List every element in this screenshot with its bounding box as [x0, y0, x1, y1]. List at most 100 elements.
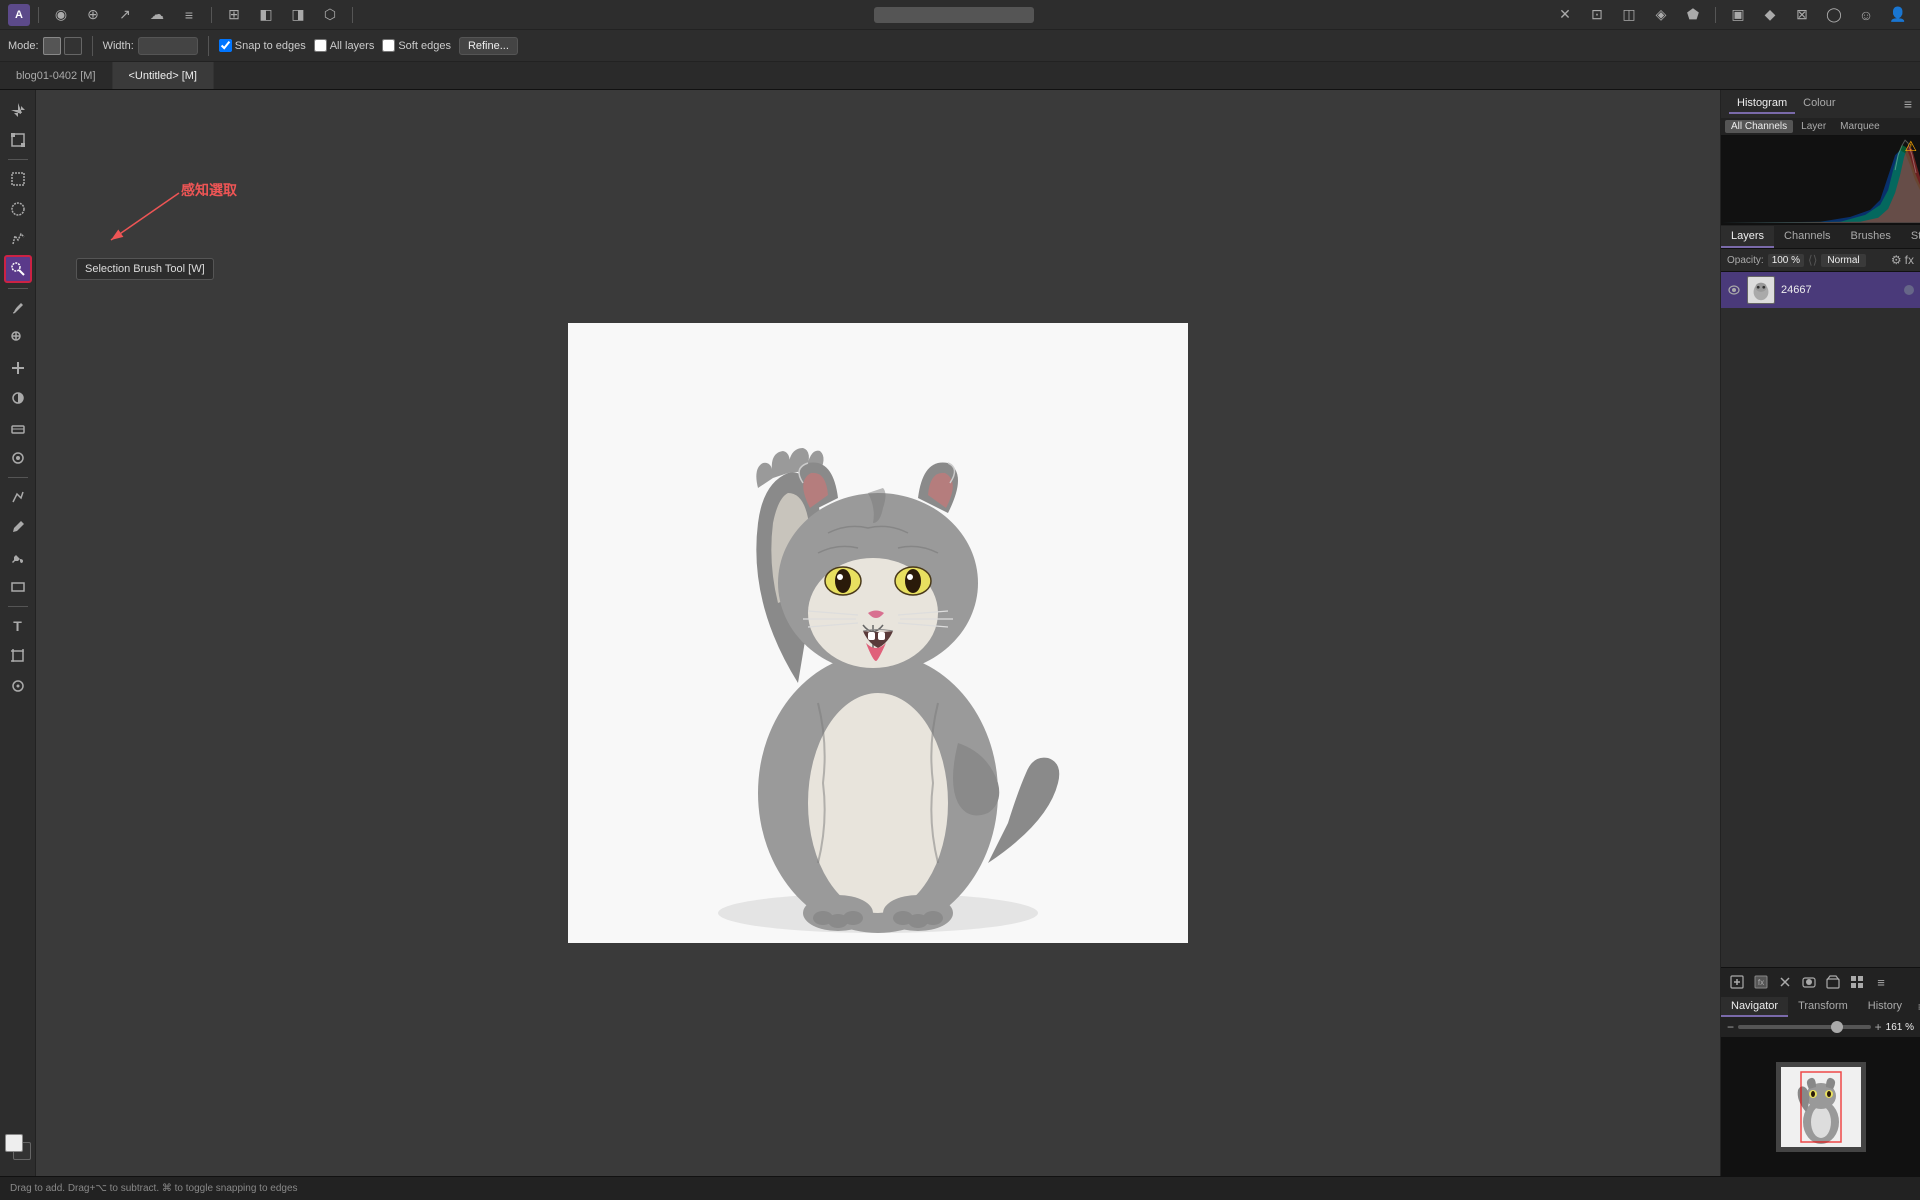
selection-brush-tool-btn[interactable]	[4, 255, 32, 283]
eyedropper-btn[interactable]	[4, 513, 32, 541]
options-toolbar: Mode: Width: 27 px Snap to edges All lay…	[0, 30, 1920, 62]
menu-icon-cloud[interactable]: ☁	[143, 4, 171, 26]
ellipse-select-btn[interactable]	[4, 195, 32, 223]
tab-blog01[interactable]: blog01-0402 [M]	[0, 62, 113, 89]
menu-icon-r9[interactable]: ☺	[1852, 4, 1880, 26]
histogram-tab[interactable]: Histogram	[1729, 94, 1795, 114]
menu-icon-t4[interactable]: ⬡	[316, 4, 344, 26]
eraser-btn[interactable]	[4, 414, 32, 442]
tab-untitled[interactable]: <Untitled> [M]	[113, 62, 214, 89]
layers-panel: Layers Channels Brushes Stock ≡ Opacity:…	[1721, 226, 1920, 996]
navigator-more-btn[interactable]: ≡	[1912, 997, 1920, 1017]
menu-icon-r3[interactable]: ◈	[1647, 4, 1675, 26]
soft-edges-checkbox[interactable]: Soft edges	[382, 39, 451, 52]
refine-button[interactable]: Refine...	[459, 37, 518, 55]
menu-icon-snap[interactable]: ⊡	[1583, 4, 1611, 26]
layer-list: 24667	[1721, 272, 1920, 967]
menu-icon-close[interactable]: ✕	[1551, 4, 1579, 26]
layer-tab[interactable]: Layer	[1795, 120, 1832, 133]
paint-brush-btn[interactable]	[4, 294, 32, 322]
layer-item-24667[interactable]: 24667	[1721, 272, 1920, 308]
main-area: T 感知選取	[0, 90, 1920, 1176]
navigator-tab-bar: Navigator Transform History ≡	[1721, 997, 1920, 1017]
opacity-value[interactable]: 100 %	[1768, 254, 1804, 267]
clone-brush-btn[interactable]	[4, 324, 32, 352]
all-layers-checkbox[interactable]: All layers	[314, 39, 375, 52]
menu-icon-t2[interactable]: ◧	[252, 4, 280, 26]
menu-icon-t1[interactable]: ⊞	[220, 4, 248, 26]
menu-icon-file[interactable]: ⊕	[79, 4, 107, 26]
canvas-area: 感知選取 Selection Brush Tool [W]	[36, 90, 1720, 1176]
menu-icon-select[interactable]: ↗	[111, 4, 139, 26]
dodge-burn-btn[interactable]	[4, 384, 32, 412]
mode-option-1[interactable]	[43, 37, 61, 55]
layers-more-options[interactable]: ≡	[1871, 972, 1891, 992]
snap-to-edges-checkbox[interactable]: Snap to edges	[219, 39, 306, 52]
toolbar-sep-1	[92, 36, 93, 56]
menu-icon-more[interactable]: ≡	[175, 4, 203, 26]
annotation-arrow-svg	[71, 185, 251, 255]
stock-tab-btn[interactable]: Stock	[1901, 226, 1920, 248]
menu-icon-affinity[interactable]: ◉	[47, 4, 75, 26]
menu-icon-r6[interactable]: ◆	[1756, 4, 1784, 26]
blend-mode-selector[interactable]: Normal	[1821, 254, 1865, 267]
menu-sep-2	[211, 7, 212, 23]
artboard-btn[interactable]	[4, 642, 32, 670]
layer-thumbnail	[1747, 276, 1775, 304]
marquee-tool-btn[interactable]	[4, 165, 32, 193]
move-tool-btn[interactable]	[4, 96, 32, 124]
new-group-btn[interactable]	[1823, 972, 1843, 992]
navigator-preview[interactable]	[1721, 1037, 1920, 1176]
all-channels-tab[interactable]: All Channels	[1725, 120, 1793, 133]
menu-icon-t3[interactable]: ◨	[284, 4, 312, 26]
mask-btn[interactable]	[1799, 972, 1819, 992]
zoom-out-btn[interactable]: −	[1727, 1020, 1734, 1034]
blur-tool-btn[interactable]	[4, 444, 32, 472]
layers-footer: fx ≡	[1721, 967, 1920, 996]
add-layer-btn[interactable]	[1727, 972, 1747, 992]
layers-gear-icon[interactable]: ⚙	[1891, 253, 1902, 267]
menu-icon-r7[interactable]: ⊠	[1788, 4, 1816, 26]
histogram-graph: ⚠	[1721, 135, 1920, 225]
foreground-color-swatch[interactable]	[5, 1134, 23, 1152]
zoom-slider[interactable]	[1738, 1025, 1871, 1029]
canvas-content[interactable]	[568, 323, 1188, 943]
channels-tab-btn[interactable]: Channels	[1774, 226, 1840, 248]
history-tab-btn[interactable]: History	[1858, 997, 1912, 1017]
histogram-more-btn[interactable]: ≡	[1904, 96, 1912, 112]
menu-icon-r5[interactable]: ▣	[1724, 4, 1752, 26]
text-btn[interactable]: T	[4, 612, 32, 640]
layer-grid-btn[interactable]	[1847, 972, 1867, 992]
brushes-tab-btn[interactable]: Brushes	[1841, 226, 1901, 248]
zoom-thumb[interactable]	[1831, 1021, 1843, 1033]
status-bar: Drag to add. Drag+⌥ to subtract. ⌘ to to…	[0, 1176, 1920, 1200]
app-logo[interactable]: A	[8, 4, 30, 26]
menu-icon-r8[interactable]: ◯	[1820, 4, 1848, 26]
add-adjustment-btn[interactable]: fx	[1751, 972, 1771, 992]
document-title-area: <Untitled> (161.0%)	[361, 7, 1547, 23]
menu-right-area: ⊡ ◫ ◈ ⬟ ▣ ◆ ⊠ ◯ ☺ 👤	[1583, 4, 1912, 26]
transform-tool-btn[interactable]	[4, 126, 32, 154]
compass-btn[interactable]	[4, 672, 32, 700]
fill-btn[interactable]	[4, 543, 32, 571]
layers-tab-btn[interactable]: Layers	[1721, 226, 1774, 248]
freehand-select-btn[interactable]	[4, 225, 32, 253]
delete-layer-btn[interactable]	[1775, 972, 1795, 992]
shape-btn[interactable]	[4, 573, 32, 601]
marquee-tab[interactable]: Marquee	[1834, 120, 1885, 133]
pen-tool-btn[interactable]	[4, 483, 32, 511]
heal-brush-btn[interactable]	[4, 354, 32, 382]
document-title-input[interactable]: <Untitled> (161.0%)	[874, 7, 1034, 23]
zoom-in-btn[interactable]: +	[1875, 1020, 1882, 1034]
transform-tab-btn[interactable]: Transform	[1788, 997, 1858, 1017]
colour-tab[interactable]: Colour	[1795, 94, 1843, 114]
menu-icon-person[interactable]: 👤	[1884, 4, 1912, 26]
menu-icon-layers-r[interactable]: ◫	[1615, 4, 1643, 26]
width-input[interactable]: 27 px	[138, 37, 198, 55]
navigator-tab-btn[interactable]: Navigator	[1721, 997, 1788, 1017]
layer-visibility-icon[interactable]	[1727, 283, 1741, 297]
opacity-arrows[interactable]: ⟨⟩	[1808, 253, 1817, 267]
layers-fx-icon[interactable]: fx	[1905, 253, 1914, 267]
mode-option-2[interactable]	[64, 37, 82, 55]
menu-icon-r4[interactable]: ⬟	[1679, 4, 1707, 26]
